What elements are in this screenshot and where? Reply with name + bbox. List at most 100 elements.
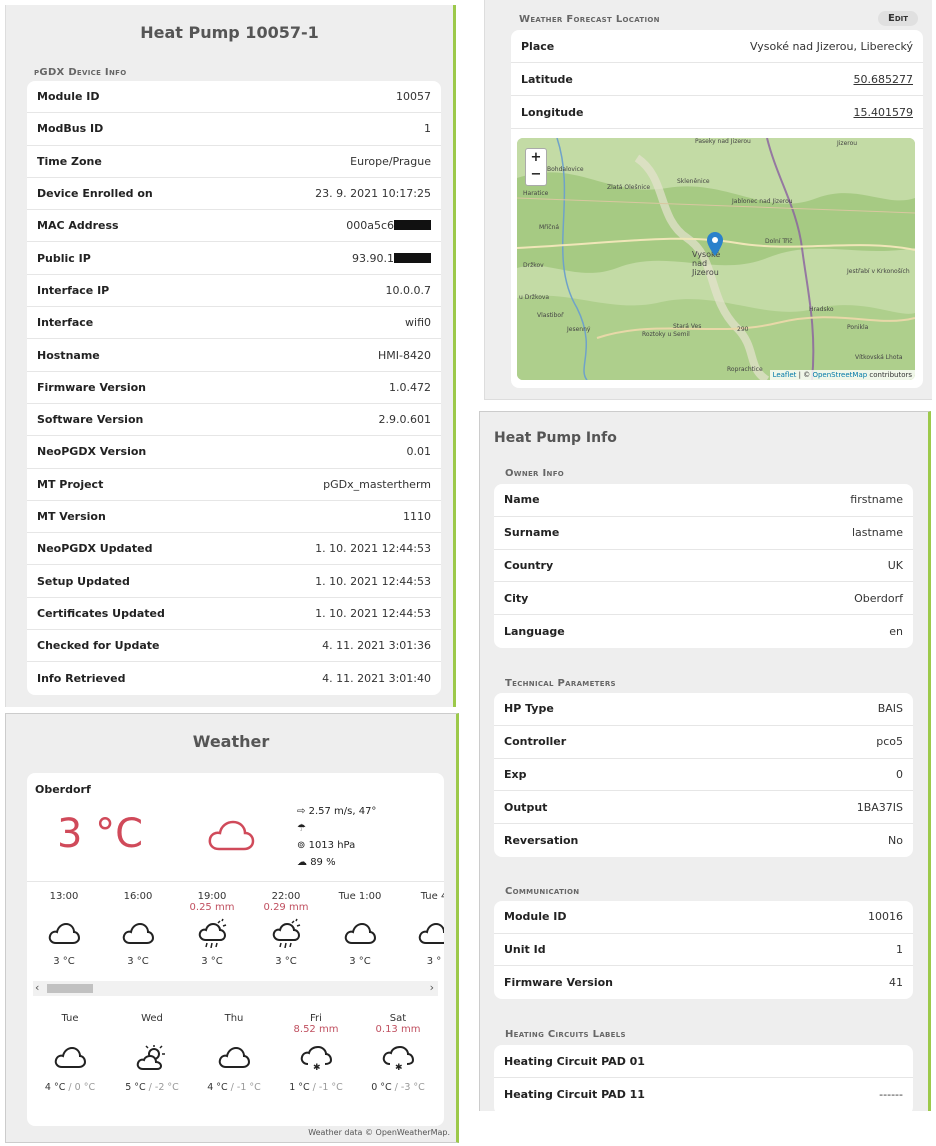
row-language: Language en xyxy=(494,615,913,648)
scrollbar-thumb[interactable] xyxy=(47,984,93,993)
hourly-item: 19:00 0.25 mm 3 °C xyxy=(177,891,247,967)
weather-card: Oberdorf 3 °C ⇨ 2.57 m/s, 47° ☂ ⊚ 1013 h… xyxy=(27,773,444,1126)
value-module-id: 10016 xyxy=(868,910,903,924)
row-time-zone: Time Zone Europe/Prague xyxy=(27,146,441,178)
value-wrap-info-retrieved: 4. 11. 2021 3:01:40 xyxy=(322,672,431,685)
wind-value: 2.57 m/s, 47° xyxy=(308,806,377,817)
map-label-sklen-nice: Skleněnice xyxy=(677,178,710,185)
cloud-icon xyxy=(122,922,155,944)
scroll-left-arrow-icon[interactable]: ‹ xyxy=(35,981,39,994)
label-heating-circuit-pad-11: Heating Circuit PAD 11 xyxy=(504,1088,645,1101)
label-mac-address: MAC Address xyxy=(37,219,119,233)
openstreetmap-link[interactable]: OpenStreetMap xyxy=(812,371,867,379)
value-output: 1BA37IS xyxy=(856,800,903,814)
row-firmware-version: Firmware Version 1.0.472 xyxy=(27,372,441,404)
value-exp: 0 xyxy=(896,767,903,781)
owner-section-label: Owner Info xyxy=(505,468,565,479)
map-label-zlat-ole-nice: Zlatá Olešnice xyxy=(607,184,651,191)
value-unit-id: 1 xyxy=(896,942,903,956)
row-neopgdx-updated: NeoPGDX Updated 1. 10. 2021 12:44:53 xyxy=(27,533,441,566)
technical-section-label: Technical Parameters xyxy=(505,678,616,689)
hourly-item: 22:00 0.29 mm 3 °C xyxy=(251,891,321,967)
cloud-rain-sun-icon xyxy=(272,918,301,949)
zoom-out-button[interactable]: − xyxy=(525,167,547,186)
value-wrap-setup-updated: 1. 10. 2021 12:44:53 xyxy=(315,575,431,588)
place-value: Vysoké nad Jizerou, Liberecký xyxy=(750,39,913,53)
row-public-ip: Public IP 93.90.1 xyxy=(27,242,441,275)
value-wrap-module-id: 10057 xyxy=(396,90,431,103)
map-label-bohdalovice: Bohdalovice xyxy=(547,166,584,173)
row-checked-for-update: Checked for Update 4. 11. 2021 3:01:36 xyxy=(27,630,441,663)
value-hp-type: BAIS xyxy=(877,702,903,716)
longitude-link[interactable]: 15.401579 xyxy=(854,106,914,119)
map-label-star-ves: Stará Ves xyxy=(673,323,702,330)
location-marker-icon[interactable] xyxy=(707,232,723,256)
longitude-row: Longitude 15.401579 xyxy=(511,96,923,129)
row-reversation: Reversation No xyxy=(494,824,913,857)
wind-detail: ⇨ 2.57 m/s, 47° xyxy=(297,803,376,820)
daily-high: 4 °C xyxy=(207,1082,228,1093)
hourly-rain: 0.25 mm xyxy=(189,902,235,913)
value-wrap-interface-ip: 10.0.0.7 xyxy=(386,284,431,297)
label-module-id: Module ID xyxy=(37,90,100,104)
label-interface: Interface xyxy=(37,316,94,330)
value-wrap-mt-project: pGDx_mastertherm xyxy=(323,478,431,491)
value-reversation: No xyxy=(888,834,903,848)
hourly-temp: 3 °C xyxy=(127,956,149,967)
row-mt-version: MT Version 1110 xyxy=(27,501,441,534)
label-controller: Controller xyxy=(504,735,567,749)
weather-city: Oberdorf xyxy=(35,783,91,796)
daily-low: -3 °C xyxy=(400,1082,425,1093)
hourly-rain xyxy=(29,902,99,914)
row-city: City Oberdorf xyxy=(494,582,913,616)
value-wrap-firmware-version: 1.0.472 xyxy=(389,381,431,394)
value-wrap-exp: 0 xyxy=(896,768,903,781)
daily-day: Wed xyxy=(141,1013,163,1024)
value-wrap-output: 1BA37IS xyxy=(857,801,903,814)
hourly-temp: 3 °C xyxy=(201,956,223,967)
value-city: Oberdorf xyxy=(854,591,903,605)
value-interface: wifi0 xyxy=(405,316,431,330)
daily-separator: / xyxy=(227,1082,237,1093)
forecast-location-panel: Weather Forecast Location Edit Place Vys… xyxy=(484,0,932,400)
hourly-time: 13:00 xyxy=(49,891,79,902)
label-output: Output xyxy=(504,800,548,814)
value-hostname: HMI-8420 xyxy=(378,348,431,362)
value-info-retrieved: 4. 11. 2021 3:01:40 xyxy=(322,671,431,685)
circuits-section-label: Heating Circuits Labels xyxy=(505,1029,626,1040)
zoom-in-button[interactable]: + xyxy=(525,148,547,168)
hourly-temp: 3 °C xyxy=(53,956,75,967)
value-name: firstname xyxy=(850,493,903,507)
value-wrap-neopgdx-version: 0.01 xyxy=(407,445,432,458)
label-name: Name xyxy=(504,493,540,507)
row-name: Name firstname xyxy=(494,484,913,517)
hourly-scrollbar[interactable]: ‹ › xyxy=(33,981,438,996)
current-cloud-icon xyxy=(208,820,255,851)
umbrella-icon: ☂ xyxy=(297,823,306,834)
value-firmware-version: 1.0.472 xyxy=(389,380,431,394)
value-modbus-id: 1 xyxy=(424,122,431,136)
value-wrap-software-version: 2.9.0.601 xyxy=(379,413,431,426)
label-setup-updated: Setup Updated xyxy=(37,574,130,588)
map-label-vlastibo: Vlastiboř xyxy=(537,312,564,319)
label-mt-version: MT Version xyxy=(37,510,106,523)
value-wrap-mt-version: 1110 xyxy=(403,510,431,523)
daily-low: 0 °C xyxy=(74,1082,96,1093)
map-label-jablonec-nad-jizerou: Jablonec nad Jizerou xyxy=(732,198,793,205)
value-wrap-time-zone: Europe/Prague xyxy=(350,155,431,168)
edit-button[interactable]: Edit xyxy=(878,11,919,26)
place-label: Place xyxy=(521,39,555,53)
communication-section-label: Communication xyxy=(505,886,580,897)
location-map[interactable]: + − Paseky nad Jizerou Jizerou Bohdalovice… xyxy=(517,138,915,380)
map-label-roprachtice: Roprachtice xyxy=(727,366,763,373)
leaflet-link[interactable]: Leaflet xyxy=(773,371,797,379)
latitude-link[interactable]: 50.685277 xyxy=(854,73,914,86)
map-label-doln-t: Dolní Tříč xyxy=(765,238,793,245)
scroll-right-arrow-icon[interactable]: › xyxy=(430,981,434,994)
row-software-version: Software Version 2.9.0.601 xyxy=(27,404,441,437)
label-neopgdx-updated: NeoPGDX Updated xyxy=(37,542,153,556)
row-certificates-updated: Certificates Updated 1. 10. 2021 12:44:53 xyxy=(27,598,441,631)
daily-high: 4 °C xyxy=(44,1082,66,1093)
value-wrap-heating-circuit-pad-11: ------ xyxy=(879,1088,903,1101)
row-mt-project: MT Project pGDx_mastertherm xyxy=(27,469,441,501)
